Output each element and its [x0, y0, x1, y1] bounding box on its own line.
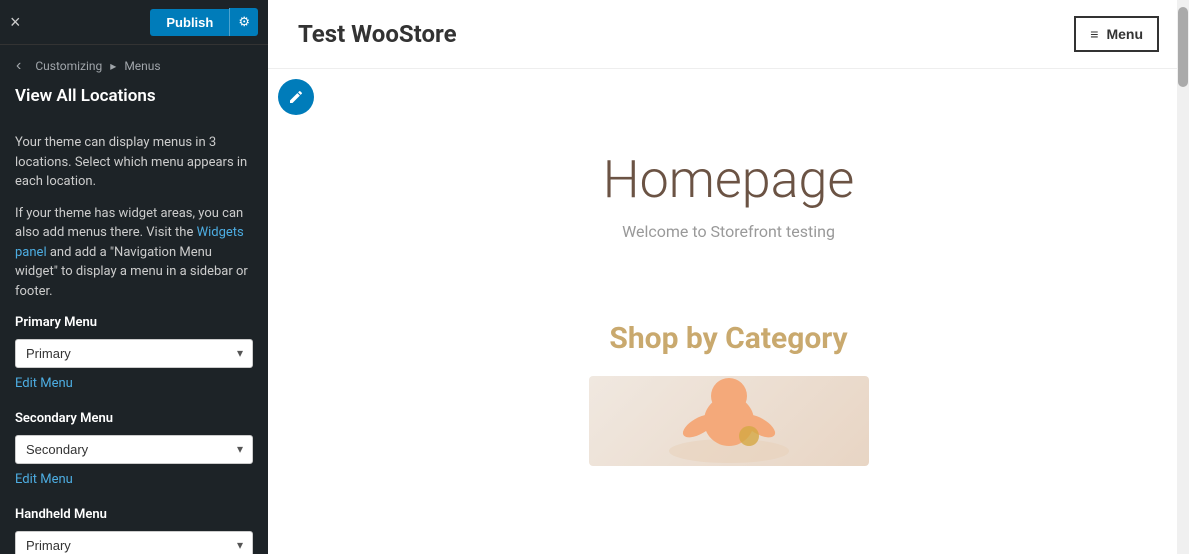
preview-area: Test WooStore ≡ Menu Homepage Welcome to… — [268, 0, 1189, 554]
pencil-icon — [288, 89, 304, 105]
primary-menu-select[interactable]: Primary Secondary Handheld — [15, 339, 253, 368]
customizing-label: Customizing — [35, 59, 102, 73]
publish-button[interactable]: Publish — [150, 9, 229, 36]
description1: Your theme can display menus in 3 locati… — [15, 133, 253, 192]
description2: If your theme has widget areas, you can … — [15, 204, 253, 302]
customizer-panel: × Publish ⚙ ‹ Customizing ▸ Menus View A… — [0, 0, 268, 554]
menu-button-label: Menu — [1106, 26, 1143, 42]
primary-menu-label: Primary Menu — [15, 313, 253, 333]
description2-post: and add a "Navigation Menu widget" to di… — [15, 245, 248, 299]
back-button[interactable]: ‹ — [10, 55, 27, 77]
scrollbar-thumb[interactable] — [1178, 7, 1188, 87]
edit-pencil-button[interactable] — [278, 79, 314, 115]
close-button[interactable]: × — [10, 13, 21, 31]
site-header: Test WooStore ≡ Menu — [268, 0, 1189, 69]
hamburger-icon: ≡ — [1090, 26, 1098, 42]
secondary-menu-label: Secondary Menu — [15, 409, 253, 429]
scrollbar[interactable] — [1177, 0, 1189, 554]
primary-menu-section: Primary Menu Primary Secondary Handheld … — [15, 313, 253, 393]
handheld-menu-section: Handheld Menu Primary Secondary Handheld… — [15, 505, 253, 554]
category-illustration — [649, 376, 809, 466]
secondary-menu-select[interactable]: Primary Secondary Handheld — [15, 435, 253, 464]
hero-section: Homepage Welcome to Storefront testing — [268, 69, 1189, 301]
hero-title: Homepage — [298, 149, 1159, 210]
site-title: Test WooStore — [298, 20, 457, 48]
secondary-menu-section: Secondary Menu Primary Secondary Handhel… — [15, 409, 253, 489]
secondary-menu-select-wrap: Primary Secondary Handheld ▾ — [15, 435, 253, 464]
menus-label: Menus — [124, 59, 160, 73]
category-section: Shop by Category — [268, 301, 1189, 486]
breadcrumb-arrow: ▸ — [110, 59, 116, 73]
preview-body: Homepage Welcome to Storefront testing S… — [268, 69, 1189, 554]
handheld-menu-select-wrap: Primary Secondary Handheld ▾ — [15, 531, 253, 554]
handheld-menu-label: Handheld Menu — [15, 505, 253, 525]
primary-menu-select-wrap: Primary Secondary Handheld ▾ — [15, 339, 253, 368]
menu-button[interactable]: ≡ Menu — [1074, 16, 1159, 52]
secondary-edit-menu-link[interactable]: Edit Menu — [15, 470, 73, 490]
gear-button[interactable]: ⚙ — [229, 8, 258, 36]
breadcrumb: ‹ Customizing ▸ Menus — [0, 45, 268, 82]
section-title: View All Locations — [0, 82, 268, 118]
hero-subtitle: Welcome to Storefront testing — [298, 222, 1159, 241]
publish-area: Publish ⚙ — [150, 8, 258, 36]
panel-content: Your theme can display menus in 3 locati… — [0, 118, 268, 554]
topbar: × Publish ⚙ — [0, 0, 268, 45]
category-title: Shop by Category — [298, 321, 1159, 356]
category-image — [589, 376, 869, 466]
primary-edit-menu-link[interactable]: Edit Menu — [15, 374, 73, 394]
handheld-menu-select[interactable]: Primary Secondary Handheld — [15, 531, 253, 554]
